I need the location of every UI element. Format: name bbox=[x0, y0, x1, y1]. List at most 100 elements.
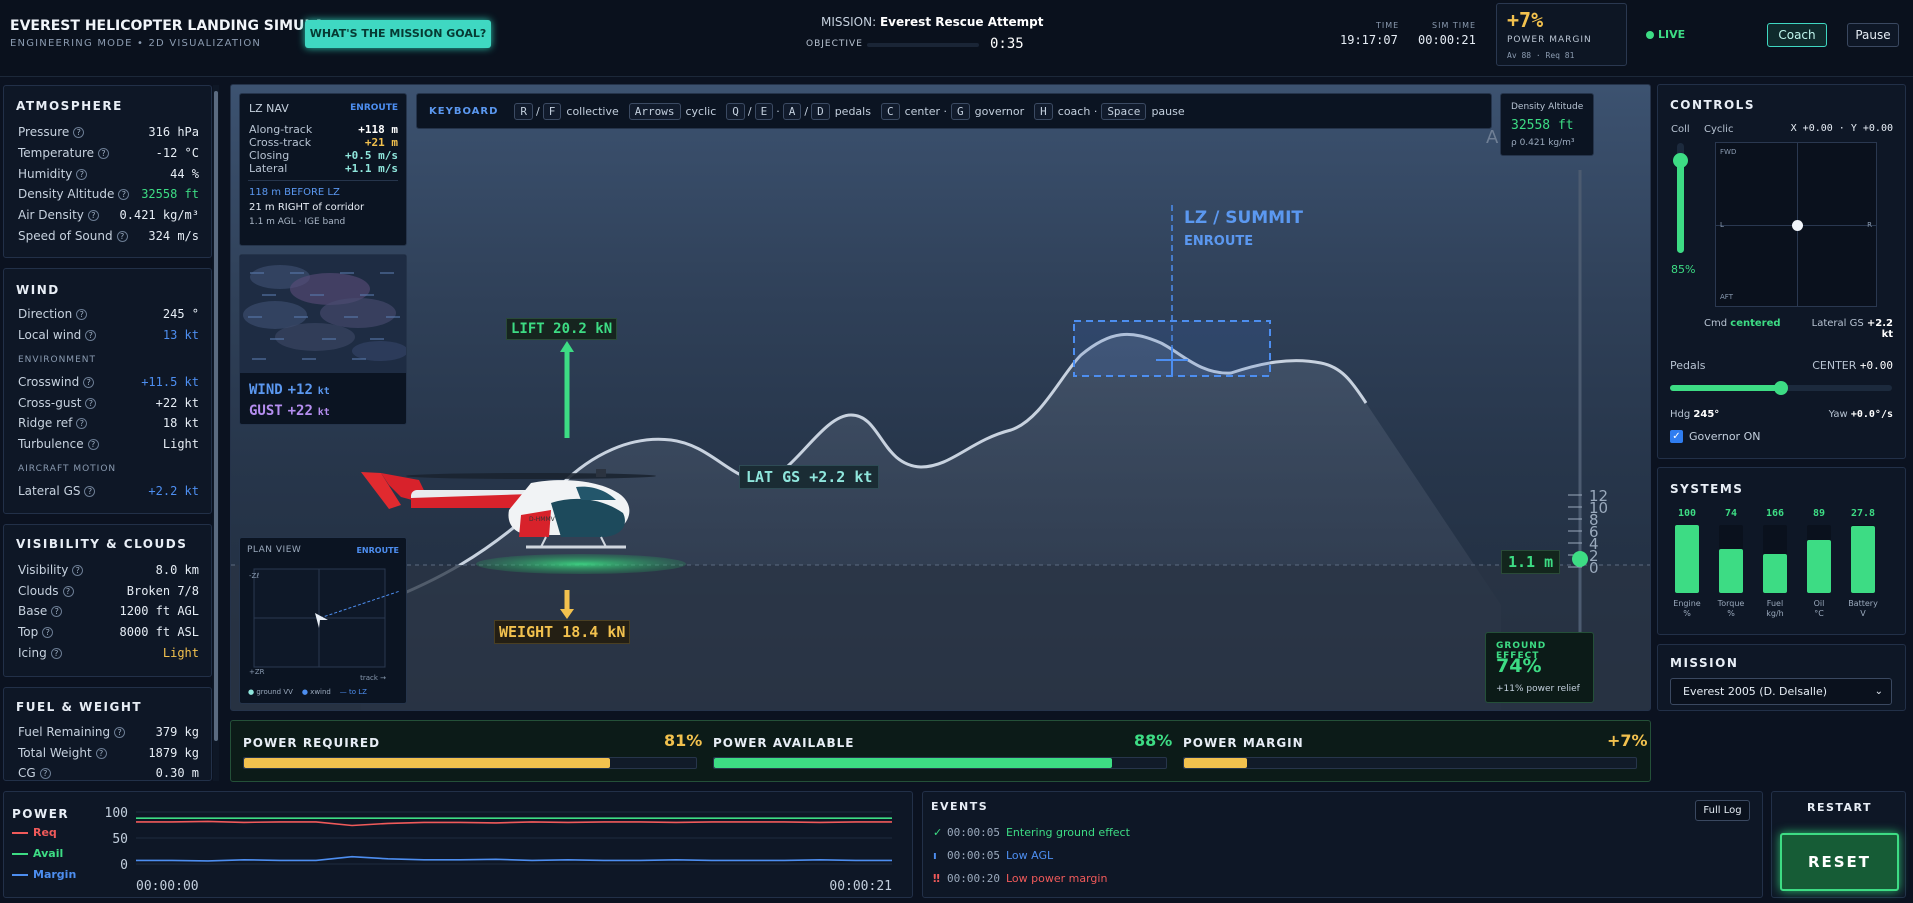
key-e[interactable]: E bbox=[754, 102, 774, 120]
mission-label: MISSION: bbox=[821, 15, 877, 29]
help-icon[interactable]: ? bbox=[39, 768, 51, 779]
key-f[interactable]: F bbox=[542, 102, 562, 120]
help-icon[interactable]: ? bbox=[76, 169, 88, 180]
help-icon[interactable]: ? bbox=[95, 748, 107, 759]
turbulence-row: Turbulence? Light bbox=[18, 437, 199, 451]
help-icon[interactable]: ? bbox=[114, 727, 126, 738]
ground-effect-sub: +11% power relief bbox=[1496, 684, 1580, 694]
help-icon[interactable]: ? bbox=[87, 210, 99, 221]
system-gauge-unit: °C bbox=[1814, 609, 1824, 618]
series-line-margin bbox=[136, 855, 892, 862]
center-desc: center · bbox=[904, 104, 947, 118]
help-icon[interactable]: ? bbox=[42, 627, 54, 638]
power-required-label: POWER REQUIRED bbox=[243, 736, 381, 750]
sidebar-scrollbar[interactable] bbox=[213, 85, 219, 781]
system-gauge-label: Engine bbox=[1673, 599, 1701, 608]
ground-band bbox=[231, 565, 1650, 710]
event-row: ✓ 00:00:05 Entering ground effect bbox=[933, 826, 1130, 839]
collective-handle[interactable] bbox=[1673, 152, 1688, 168]
top-row: Top? 8000 ft ASL bbox=[18, 625, 199, 639]
help-icon[interactable]: ? bbox=[116, 231, 128, 242]
help-icon[interactable]: ? bbox=[51, 606, 63, 617]
key-a[interactable]: A bbox=[782, 102, 802, 120]
system-gauge-label: Torque bbox=[1717, 599, 1745, 608]
objective-time: 0:35 bbox=[990, 36, 1024, 52]
plan-view-track-label: track → bbox=[360, 674, 386, 682]
pedals-handle[interactable] bbox=[1774, 381, 1788, 395]
system-gauge-track bbox=[1675, 525, 1699, 593]
key-h[interactable]: H bbox=[1034, 102, 1053, 120]
system-gauge: 166 Fuel kg/h bbox=[1758, 468, 1792, 636]
governor-row[interactable]: ✓ Governor ON bbox=[1670, 430, 1760, 443]
lz-nav-status: ENROUTE bbox=[350, 103, 398, 113]
simtime-value: 00:00:21 bbox=[1418, 33, 1476, 47]
pause-desc: pause bbox=[1151, 104, 1185, 118]
system-gauge-fill bbox=[1763, 553, 1787, 593]
sim-viewport[interactable]: D-HMMV 12 10 8 6 4 2 0 LZ / SUMMIT ENROU… bbox=[230, 84, 1651, 711]
help-icon[interactable]: ? bbox=[50, 648, 62, 659]
legend-dot-icon: ● bbox=[301, 688, 308, 696]
live-label: LIVE bbox=[1658, 28, 1686, 41]
lift-arrow-head bbox=[560, 341, 574, 352]
power-margin-bar-value: +7% bbox=[1607, 731, 1648, 750]
key-c[interactable]: C bbox=[880, 102, 900, 120]
system-gauge-track bbox=[1763, 525, 1787, 593]
pedals-slider[interactable] bbox=[1670, 381, 1892, 395]
scrollbar-thumb[interactable] bbox=[214, 91, 218, 741]
system-gauge-unit: % bbox=[1727, 609, 1735, 618]
coach-button[interactable]: Coach bbox=[1767, 23, 1827, 47]
collective-slider[interactable] bbox=[1673, 143, 1688, 253]
system-gauge-fill bbox=[1719, 548, 1743, 593]
key-r[interactable]: R bbox=[514, 102, 534, 120]
systems-panel: SYSTEMS 100 Engine% 74 Torque% 166 Fuel kg/h 89… bbox=[1657, 467, 1906, 635]
system-gauge-value: 74 bbox=[1724, 508, 1738, 519]
mission-select[interactable]: Everest 2005 (D. Delsalle) ⌄ bbox=[1670, 678, 1892, 705]
system-gauge-fill bbox=[1851, 526, 1875, 593]
speed-of-sound-row: Speed of Sound? 324 m/s bbox=[18, 229, 199, 243]
lz-note-before: 118 m BEFORE LZ bbox=[249, 187, 340, 198]
help-icon[interactable]: ? bbox=[76, 309, 88, 320]
key-g[interactable]: G bbox=[950, 102, 970, 120]
help-icon[interactable]: ? bbox=[85, 398, 97, 409]
full-log-button[interactable]: Full Log bbox=[1695, 800, 1750, 821]
power-margin-label: POWER MARGIN bbox=[1507, 35, 1592, 45]
help-icon[interactable]: ? bbox=[62, 586, 74, 597]
help-icon[interactable]: ? bbox=[85, 330, 97, 341]
mission-goal-button[interactable]: WHAT'S THE MISSION GOAL? bbox=[305, 20, 491, 48]
help-icon[interactable]: ? bbox=[84, 486, 96, 497]
reset-button[interactable]: RESET bbox=[1780, 833, 1899, 891]
cyclic-handle[interactable] bbox=[1792, 220, 1803, 231]
event-row: ‼ 00:00:20 Low power margin bbox=[933, 872, 1107, 885]
help-icon[interactable]: ? bbox=[72, 565, 84, 576]
agl-label: 1.1 m bbox=[1501, 550, 1561, 574]
mission-panel: MISSION Everest 2005 (D. Delsalle) ⌄ bbox=[1657, 644, 1906, 711]
key-space[interactable]: Space bbox=[1101, 102, 1147, 120]
governor-checkbox[interactable]: ✓ bbox=[1670, 430, 1683, 443]
cyclic-r-label: R bbox=[1867, 221, 1872, 229]
series-line-req bbox=[136, 820, 892, 827]
live-indicator: LIVE bbox=[1646, 28, 1685, 41]
ground-effect-value: 74% bbox=[1496, 655, 1542, 677]
system-gauge-label: Oil bbox=[1813, 599, 1825, 608]
wind-radar-box: WIND +12 kt GUST +22 kt bbox=[239, 254, 407, 425]
keyboard-title: KEYBOARD bbox=[429, 105, 499, 117]
wind-panel: WIND Direction? 245 ° Local wind? 13 kt EN… bbox=[3, 268, 212, 514]
cyclic-pad[interactable]: FWD AFT L R bbox=[1715, 142, 1877, 307]
help-icon[interactable]: ? bbox=[98, 148, 110, 159]
altitude-marker-icon bbox=[1572, 551, 1588, 567]
help-icon[interactable]: ? bbox=[87, 439, 99, 450]
power-margin-sub: Av 88 · Req 81 bbox=[1507, 51, 1575, 60]
help-icon[interactable]: ? bbox=[118, 189, 130, 200]
pause-button[interactable]: Pause bbox=[1847, 23, 1899, 47]
key-q[interactable]: Q bbox=[726, 102, 745, 120]
pedals-label: Pedals bbox=[1670, 359, 1706, 372]
system-gauge: 100 Engine% bbox=[1670, 468, 1704, 636]
key-d[interactable]: D bbox=[811, 102, 830, 120]
help-icon[interactable]: ? bbox=[83, 377, 95, 388]
help-icon[interactable]: ? bbox=[73, 127, 85, 138]
event-status-icon: ✓ bbox=[933, 826, 943, 839]
help-icon[interactable]: ? bbox=[76, 418, 88, 429]
tail-number: D-HMMV bbox=[529, 516, 556, 523]
key-arrows[interactable]: Arrows bbox=[628, 102, 681, 120]
governor-label: Governor ON bbox=[1689, 430, 1761, 443]
